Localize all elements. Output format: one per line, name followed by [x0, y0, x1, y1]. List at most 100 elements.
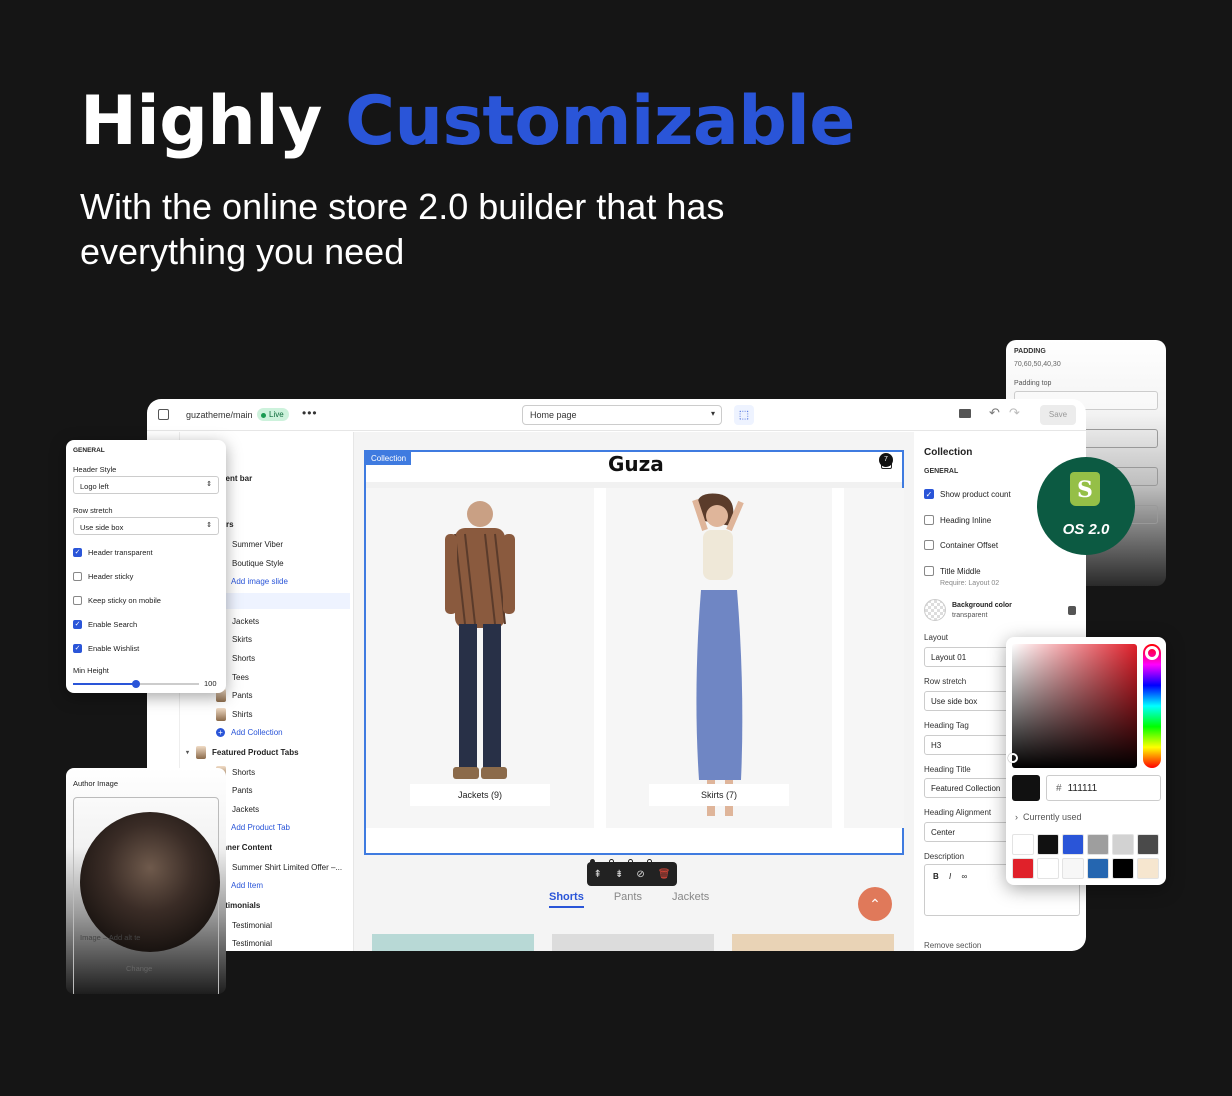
row-stretch-select[interactable]: Use side box ⇕ — [73, 517, 219, 535]
bold-icon[interactable]: B — [933, 872, 939, 881]
tree-label: Shorts — [232, 653, 256, 663]
hide-icon[interactable]: ⊘ — [636, 869, 644, 880]
color-swatch[interactable] — [1037, 834, 1059, 855]
card-caption[interactable]: Skirts (7) — [649, 784, 789, 806]
tab-jackets[interactable]: Jackets — [672, 891, 709, 908]
checkbox-icon — [924, 540, 934, 550]
tree-label: Testimonial — [232, 920, 273, 930]
author-image[interactable] — [80, 812, 220, 952]
color-swatch[interactable] — [1087, 858, 1109, 879]
scroll-top-button[interactable]: ⌃ — [858, 887, 892, 921]
currently-used-toggle[interactable]: › Currently used — [1015, 812, 1082, 822]
heading-title-label: Heading Title — [924, 765, 971, 774]
caret-down-icon[interactable]: ▾ — [186, 749, 196, 756]
color-swatch[interactable] — [1012, 858, 1034, 879]
checkbox-icon — [924, 515, 934, 525]
checkbox-label: Container Offset — [940, 540, 999, 550]
hero-title-accent: Customizable — [345, 82, 855, 161]
checkbox-enable-search[interactable]: ✓ Enable Search — [73, 620, 137, 629]
cart-count: 7 — [879, 453, 893, 467]
checkbox-header-sticky[interactable]: Header sticky — [73, 572, 133, 581]
settings-section-label: GENERAL — [924, 468, 959, 475]
tree-section[interactable]: ▾ Featured Product Tabs — [180, 744, 350, 760]
tree-label: Shorts — [232, 767, 256, 777]
saturation-area[interactable] — [1012, 644, 1137, 768]
checkbox-heading-inline[interactable]: Heading Inline — [924, 515, 991, 525]
plus-icon: + — [216, 727, 225, 737]
undo-icon[interactable]: ↶ — [989, 405, 1000, 421]
color-swatch[interactable] — [1087, 834, 1109, 855]
italic-icon[interactable]: I — [949, 872, 951, 881]
row-stretch-value: Use side box — [80, 523, 124, 532]
tab-shorts[interactable]: Shorts — [549, 891, 584, 908]
move-down-icon[interactable]: ⇟ — [615, 869, 623, 880]
hex-input[interactable]: #111111 — [1046, 775, 1161, 801]
tree-label: Summer Viber — [232, 539, 283, 549]
checkbox-header-transparent[interactable]: ✓ Header transparent — [73, 548, 153, 557]
save-button[interactable]: Save — [1040, 405, 1076, 425]
remove-section-button[interactable]: Remove section — [924, 941, 981, 950]
page-selector[interactable]: Home page ▾ — [522, 405, 722, 425]
cart-icon[interactable]: 7 — [879, 453, 893, 469]
tree-label: Tees — [232, 672, 249, 682]
min-height-slider[interactable] — [73, 680, 199, 688]
checkbox-keep-sticky[interactable]: Keep sticky on mobile — [73, 596, 161, 605]
checkbox-title-middle[interactable]: Title Middle — [924, 566, 981, 576]
color-swatch[interactable] — [1137, 858, 1159, 879]
header-style-select[interactable]: Logo left ⇕ — [73, 476, 219, 494]
color-swatch[interactable] — [1112, 834, 1134, 855]
header-style-value: Logo left — [80, 482, 109, 491]
exit-icon[interactable] — [158, 409, 169, 420]
delete-icon[interactable]: 🗑 — [658, 869, 671, 880]
hue-knob[interactable] — [1145, 646, 1159, 660]
color-swatch[interactable] — [1062, 858, 1084, 879]
collection-card-jackets[interactable]: Jackets (9) — [366, 488, 594, 828]
layout-label: Layout — [924, 633, 949, 642]
collection-section[interactable]: Collection Guza 7 Jackets (9) Skirts (7) — [364, 450, 904, 855]
color-swatch[interactable] — [1012, 834, 1034, 855]
color-swatch[interactable] — [1037, 858, 1059, 879]
hue-slider[interactable] — [1143, 644, 1161, 768]
slider-knob[interactable] — [132, 680, 140, 688]
author-image-panel: Author Image Image – Add alt te Change — [66, 768, 226, 994]
currently-used-label: Currently used — [1023, 812, 1082, 822]
hero-title: Highly Customizable — [80, 82, 855, 161]
author-image-title: Author Image — [73, 779, 119, 788]
section-thumb-icon — [196, 745, 206, 759]
tree-label: Shirts — [232, 709, 253, 719]
model-jacket-image — [445, 501, 515, 779]
updown-icon: ⇕ — [206, 522, 212, 529]
database-icon[interactable] — [1068, 606, 1076, 615]
color-swatch[interactable] — [1137, 834, 1159, 855]
checkbox-show-product-count[interactable]: ✓ Show product count — [924, 489, 1011, 499]
saturation-knob[interactable] — [1008, 753, 1018, 763]
tree-label: Summer Shirt Limited Offer –... — [232, 862, 343, 872]
checkbox-container-offset[interactable]: Container Offset — [924, 540, 998, 550]
change-image-button[interactable]: Change — [126, 964, 152, 973]
move-up-icon[interactable]: ⇞ — [594, 869, 602, 880]
more-icon[interactable]: ••• — [302, 406, 318, 420]
color-swatch[interactable] — [1062, 834, 1084, 855]
tree-label: Testimonial — [232, 938, 273, 948]
collection-card-skirts[interactable]: Skirts (7) — [606, 488, 832, 828]
os-2-badge: S OS 2.0 — [1037, 457, 1135, 555]
row-stretch-label: Row stretch — [73, 506, 113, 515]
color-swatch[interactable] — [1112, 858, 1134, 879]
tree-label: Pants — [232, 785, 253, 795]
image-alt-text[interactable]: Image – Add alt te — [80, 933, 140, 942]
header-general-panel: GENERAL Header Style Logo left ⇕ Row stre… — [66, 440, 226, 693]
tab-pants[interactable]: Pants — [614, 891, 642, 908]
theme-repo: guzatheme/main — [186, 410, 253, 420]
inspect-icon[interactable]: ⬚ — [734, 405, 754, 425]
tree-label: Jackets — [232, 616, 260, 626]
tree-label: Skirts — [232, 634, 252, 644]
tree-item[interactable]: Shirts — [180, 706, 350, 722]
tree-add-item[interactable]: + Add Collection — [180, 724, 350, 740]
desktop-icon[interactable] — [959, 409, 971, 418]
model-skirt-image — [692, 493, 744, 816]
redo-icon[interactable]: ↷ — [1009, 405, 1020, 421]
checkbox-enable-wishlist[interactable]: ✓ Enable Wishlist — [73, 644, 139, 653]
card-caption[interactable]: Jackets (9) — [410, 784, 550, 806]
background-color-swatch[interactable] — [924, 599, 946, 621]
link-icon[interactable]: ∞ — [961, 872, 967, 881]
